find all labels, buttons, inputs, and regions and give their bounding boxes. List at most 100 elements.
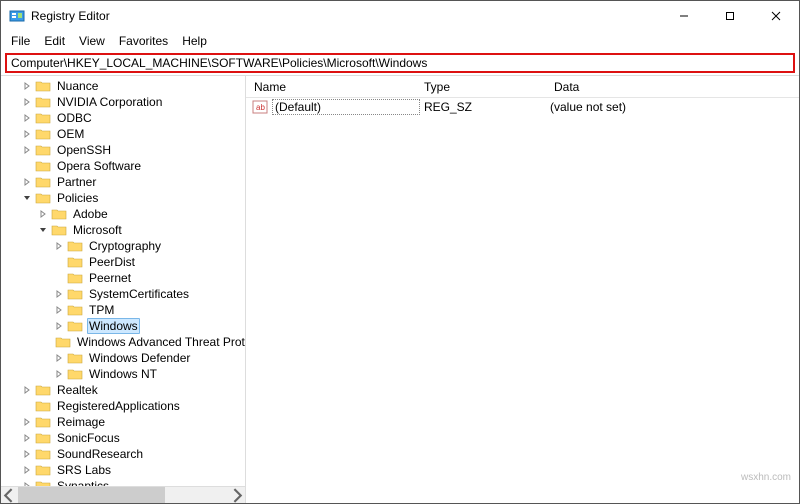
tree-node-label: TPM <box>87 303 116 317</box>
expand-icon[interactable] <box>21 192 33 204</box>
registry-tree[interactable]: NuanceNVIDIA CorporationODBCOEMOpenSSHOp… <box>1 76 245 486</box>
tree-node[interactable]: Cryptography <box>1 238 245 254</box>
expand-icon[interactable] <box>21 448 33 460</box>
tree-node[interactable]: ODBC <box>1 110 245 126</box>
tree-node-label: SRS Labs <box>55 463 113 477</box>
expand-icon[interactable] <box>53 320 65 332</box>
tree-node-label: Reimage <box>55 415 107 429</box>
tree-horizontal-scrollbar[interactable] <box>1 486 245 503</box>
expand-icon[interactable] <box>53 256 65 268</box>
folder-icon <box>35 111 51 125</box>
tree-node-label: Policies <box>55 191 100 205</box>
folder-icon <box>67 303 83 317</box>
expand-icon[interactable] <box>21 128 33 140</box>
tree-node[interactable]: TPM <box>1 302 245 318</box>
expand-icon[interactable] <box>53 304 65 316</box>
tree-node[interactable]: Nuance <box>1 78 245 94</box>
expand-icon[interactable] <box>21 400 33 412</box>
expand-icon[interactable] <box>21 160 33 172</box>
expand-icon[interactable] <box>21 96 33 108</box>
tree-node[interactable]: Windows Advanced Threat Prote <box>1 334 245 350</box>
menu-view[interactable]: View <box>73 32 111 50</box>
tree-node[interactable]: Opera Software <box>1 158 245 174</box>
column-header-name[interactable]: Name <box>246 80 416 94</box>
scroll-thumb[interactable] <box>18 487 165 504</box>
tree-node-label: ODBC <box>55 111 94 125</box>
tree-node-label: Windows NT <box>87 367 159 381</box>
folder-icon <box>35 191 51 205</box>
expand-icon[interactable] <box>21 464 33 476</box>
regedit-icon <box>9 8 25 24</box>
close-button[interactable] <box>753 1 799 31</box>
folder-icon <box>35 127 51 141</box>
tree-node[interactable]: SystemCertificates <box>1 286 245 302</box>
tree-node[interactable]: Realtek <box>1 382 245 398</box>
expand-icon[interactable] <box>21 112 33 124</box>
expand-icon[interactable] <box>53 352 65 364</box>
values-list[interactable]: ab(Default)REG_SZ(value not set) <box>246 98 799 503</box>
expand-icon[interactable] <box>53 368 65 380</box>
folder-icon <box>35 431 51 445</box>
expand-icon[interactable] <box>21 80 33 92</box>
menu-help[interactable]: Help <box>176 32 213 50</box>
tree-node[interactable]: Policies <box>1 190 245 206</box>
expand-icon[interactable] <box>21 176 33 188</box>
tree-node[interactable]: SonicFocus <box>1 430 245 446</box>
tree-node-label: PeerDist <box>87 255 137 269</box>
value-type: REG_SZ <box>420 100 546 114</box>
tree-node[interactable]: SoundResearch <box>1 446 245 462</box>
tree-node[interactable]: Windows NT <box>1 366 245 382</box>
expand-icon[interactable] <box>53 240 65 252</box>
expand-icon[interactable] <box>21 432 33 444</box>
window-controls <box>661 1 799 31</box>
tree-node[interactable]: PeerDist <box>1 254 245 270</box>
expand-icon[interactable] <box>21 144 33 156</box>
values-header: Name Type Data <box>246 76 799 98</box>
tree-node[interactable]: Windows <box>1 318 245 334</box>
tree-node[interactable]: Partner <box>1 174 245 190</box>
folder-icon <box>35 175 51 189</box>
scroll-left-button[interactable] <box>1 487 18 504</box>
expand-icon[interactable] <box>21 416 33 428</box>
folder-icon <box>35 383 51 397</box>
string-value-icon: ab <box>252 99 268 115</box>
window-title: Registry Editor <box>31 9 661 23</box>
tree-node[interactable]: Windows Defender <box>1 350 245 366</box>
folder-icon <box>35 79 51 93</box>
column-header-data[interactable]: Data <box>546 80 799 94</box>
tree-node[interactable]: Microsoft <box>1 222 245 238</box>
registry-editor-window: Registry Editor File Edit View Favorites… <box>0 0 800 504</box>
folder-icon <box>35 463 51 477</box>
tree-node[interactable]: Synaptics <box>1 478 245 486</box>
tree-node[interactable]: Adobe <box>1 206 245 222</box>
tree-node[interactable]: NVIDIA Corporation <box>1 94 245 110</box>
folder-icon <box>67 287 83 301</box>
address-bar[interactable]: Computer\HKEY_LOCAL_MACHINE\SOFTWARE\Pol… <box>5 53 795 73</box>
content-area: NuanceNVIDIA CorporationODBCOEMOpenSSHOp… <box>1 75 799 503</box>
tree-node[interactable]: Peernet <box>1 270 245 286</box>
column-header-type[interactable]: Type <box>416 80 546 94</box>
address-text: Computer\HKEY_LOCAL_MACHINE\SOFTWARE\Pol… <box>11 56 427 70</box>
tree-node[interactable]: OpenSSH <box>1 142 245 158</box>
expand-icon[interactable] <box>37 208 49 220</box>
maximize-button[interactable] <box>707 1 753 31</box>
titlebar: Registry Editor <box>1 1 799 31</box>
tree-pane[interactable]: NuanceNVIDIA CorporationODBCOEMOpenSSHOp… <box>1 76 246 503</box>
scroll-track[interactable] <box>18 487 228 504</box>
tree-node-label: Windows Advanced Threat Prote <box>75 335 245 349</box>
value-row[interactable]: ab(Default)REG_SZ(value not set) <box>246 98 799 116</box>
minimize-button[interactable] <box>661 1 707 31</box>
expand-icon[interactable] <box>53 272 65 284</box>
scroll-right-button[interactable] <box>228 487 245 504</box>
tree-node[interactable]: Reimage <box>1 414 245 430</box>
menu-file[interactable]: File <box>5 32 36 50</box>
tree-node[interactable]: OEM <box>1 126 245 142</box>
expand-icon[interactable] <box>21 384 33 396</box>
expand-icon[interactable] <box>37 224 49 236</box>
expand-icon[interactable] <box>53 288 65 300</box>
tree-node[interactable]: SRS Labs <box>1 462 245 478</box>
menu-favorites[interactable]: Favorites <box>113 32 174 50</box>
tree-node-label: Microsoft <box>71 223 124 237</box>
menu-edit[interactable]: Edit <box>38 32 71 50</box>
tree-node[interactable]: RegisteredApplications <box>1 398 245 414</box>
